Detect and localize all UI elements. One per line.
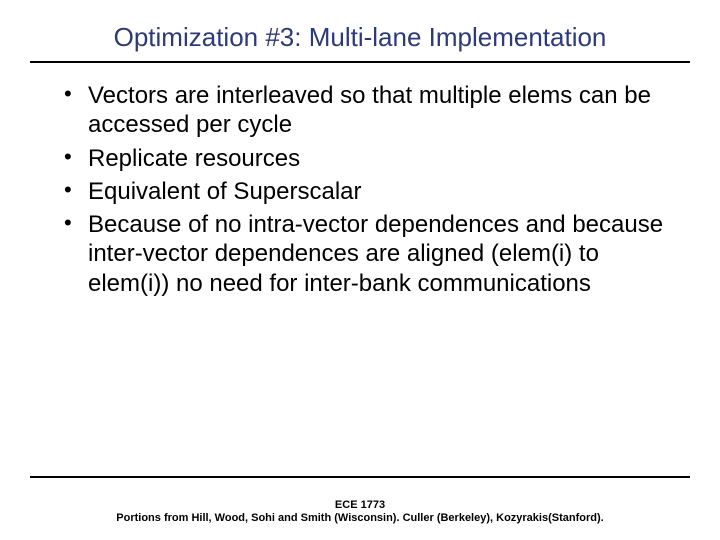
slide-title: Optimization #3: Multi-lane Implementati… (0, 0, 720, 61)
list-item: Equivalent of Superscalar (58, 177, 680, 206)
footer-line-1: ECE 1773 (110, 499, 610, 513)
slide-footer: ECE 1773 Portions from Hill, Wood, Sohi … (0, 499, 720, 527)
footer-divider (30, 476, 690, 478)
slide-content: Vectors are interleaved so that multiple… (0, 63, 720, 298)
list-item: Replicate resources (58, 144, 680, 173)
list-item: Vectors are interleaved so that multiple… (58, 81, 680, 140)
slide: Optimization #3: Multi-lane Implementati… (0, 0, 720, 540)
bullet-list: Vectors are interleaved so that multiple… (58, 81, 680, 298)
list-item: Because of no intra-vector dependences a… (58, 210, 680, 298)
footer-line-2: Portions from Hill, Wood, Sohi and Smith… (110, 512, 610, 526)
